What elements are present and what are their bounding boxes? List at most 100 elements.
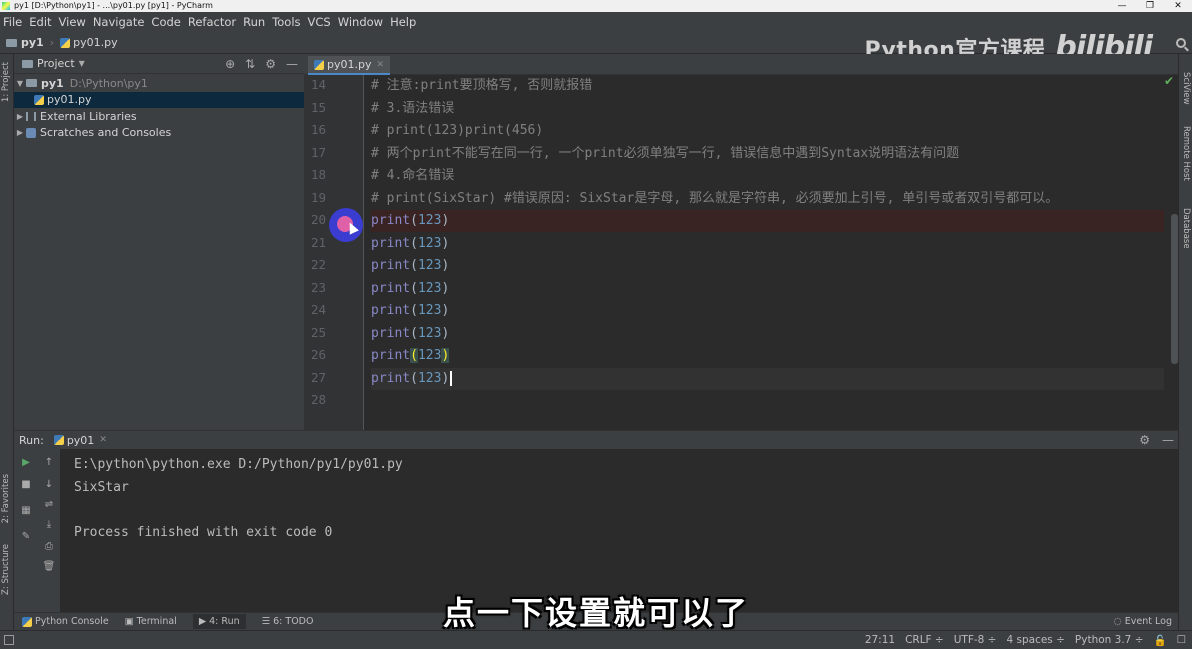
minimize-button[interactable]: — [1108,0,1136,12]
collapsed-arrow-icon[interactable]: ▶ [14,112,26,121]
expanded-arrow-icon[interactable]: ▼ [14,79,26,88]
project-tool-tab[interactable]: 1: Project [1,62,11,102]
layout-icon[interactable]: ▦ [19,505,33,516]
code-paren: ) [441,370,450,386]
run-tab-py01[interactable]: py01 ✕ [53,434,107,447]
python-interpreter[interactable]: Python 3.7 ÷ [1075,634,1144,647]
code-number: 123 [417,280,442,296]
caret-position[interactable]: 27:11 [865,634,895,647]
collapsed-arrow-icon[interactable]: ▶ [14,128,26,137]
lock-icon[interactable]: 🔓 [1154,634,1167,647]
gear-icon[interactable]: ⚙ [1139,433,1150,447]
line-number: 19 [310,189,326,205]
code-line[interactable]: print(123) [371,255,1164,277]
collapse-all-icon[interactable]: ⇅ [245,57,255,71]
breadcrumb-file[interactable]: py01.py [60,36,118,49]
hide-panel-icon[interactable]: — [286,57,298,71]
code-paren: ) [441,303,450,318]
code-line-breakpoint[interactable]: print(123) [371,210,1164,232]
code-line[interactable]: print(123) [371,278,1164,300]
tree-item-py01[interactable]: py01.py [14,91,304,108]
tree-item-external-libraries[interactable]: ▶ External Libraries [14,108,304,125]
python-file-icon [34,94,44,105]
hide-panel-icon[interactable]: — [1162,433,1174,447]
code-paren: ( [410,280,418,296]
maximize-button[interactable]: ❐ [1136,0,1164,12]
close-tab-icon[interactable]: ✕ [376,60,384,70]
code-line[interactable]: # 3.语法错误 [371,98,1164,120]
code-number: 123 [417,348,442,363]
console-line: E:\python\python.exe D:/Python/py1/py01.… [74,457,403,472]
trash-icon[interactable]: 🗑 [42,561,56,572]
menu-vcs[interactable]: VCS [308,15,331,29]
code-line[interactable]: print(123) [371,233,1164,255]
notifications-icon[interactable]: ☐ [1177,634,1186,647]
code-line[interactable]: # 注意:print要顶格写, 否则就报错 [371,75,1164,97]
code-line[interactable]: print(123) [371,323,1164,345]
project-panel-title[interactable]: Project [37,57,75,70]
menu-run[interactable]: Run [243,15,265,29]
menu-code[interactable]: Code [151,15,180,29]
code-line[interactable]: # 两个print不能写在同一行, 一个print必须单独写一行, 错误信息中遇… [371,143,1164,165]
scroll-to-end-icon[interactable]: ⤓ [42,519,56,530]
right-tool-strip: SciView Remote Host Database [1178,54,1192,630]
up-arrow-icon[interactable]: ↑ [42,457,56,468]
code-function: print [371,280,411,296]
line-number-gutter[interactable]: 14 15 16 17 18 19 20 21 22 23 24 25 26 2… [304,75,364,430]
menu-file[interactable]: File [3,15,22,29]
print-icon[interactable]: ⎙ [42,541,56,552]
menu-edit[interactable]: Edit [29,15,51,29]
close-tab-icon[interactable]: ✕ [99,435,107,445]
pin-icon[interactable]: ✎ [19,531,33,542]
inspection-ok-icon[interactable]: ✔ [1164,74,1174,88]
remote-host-tool-tab[interactable]: Remote Host [1181,126,1191,181]
gear-icon[interactable]: ⚙ [265,57,276,71]
line-number: 16 [310,122,326,137]
file-encoding[interactable]: UTF-8 ÷ [954,634,997,647]
code-number: 123 [417,325,442,341]
line-number: 26 [310,347,326,362]
line-separator[interactable]: CRLF ÷ [905,634,944,647]
close-window-button[interactable]: ✕ [1164,0,1192,12]
editor-scrollbar[interactable] [1171,214,1178,364]
rerun-icon[interactable]: ▶ [19,457,33,468]
soft-wrap-icon[interactable]: ⇌ [42,499,56,510]
video-subtitle: 点一下设置就可以了 [442,594,749,632]
code-line-current[interactable]: print(123) [371,367,1164,390]
code-function: print [371,213,411,228]
menu-help[interactable]: Help [390,15,416,29]
code-line[interactable]: print(123) [371,345,1164,367]
menu-tools[interactable]: Tools [272,15,300,29]
line-number: 24 [310,302,326,317]
code-line[interactable]: # print(SixStar) #错误原因: SixStar是字母, 那么就是… [371,188,1164,210]
breadcrumb-project-label: py1 [21,36,44,49]
menu-view[interactable]: View [59,15,86,29]
code-line[interactable]: # 4.命名错误 [371,165,1164,187]
sciview-tool-tab[interactable]: SciView [1181,72,1191,105]
menu-navigate[interactable]: Navigate [93,15,145,29]
code-paren: ( [410,303,418,318]
folder-icon [6,38,17,47]
down-arrow-icon[interactable]: ↓ [42,479,56,490]
console-output[interactable]: E:\python\python.exe D:/Python/py1/py01.… [74,454,403,544]
tool-windows-toggle-icon[interactable] [4,635,14,645]
favorites-tool-tab[interactable]: 2: Favorites [1,474,11,523]
search-icon[interactable] [1176,38,1186,48]
code-line[interactable]: # print(123)print(456) [371,120,1164,142]
indent-setting[interactable]: 4 spaces ÷ [1006,634,1064,647]
run-panel-header: Run: py01 ✕ ⚙ — [14,431,1178,449]
breadcrumb-project[interactable]: py1 [6,36,44,49]
line-number: 25 [310,324,326,340]
locate-file-icon[interactable]: ⊕ [225,57,235,71]
tree-item-label: External Libraries [40,109,137,123]
stop-icon[interactable]: ■ [19,479,33,490]
tree-item-scratches[interactable]: ▶ Scratches and Consoles [14,125,304,142]
database-tool-tab[interactable]: Database [1181,208,1191,249]
menu-refactor[interactable]: Refactor [188,15,236,29]
menu-window[interactable]: Window [338,15,383,29]
code-line[interactable]: print(123) [371,300,1164,322]
tree-item-project-root[interactable]: ▼ py1 D:\Python\py1 [14,75,304,92]
chevron-down-icon[interactable]: ▼ [79,59,85,68]
editor-tab-py01[interactable]: py01.py ✕ [308,56,391,75]
code-editor: py01.py ✕ 14 15 16 17 18 19 20 21 22 23 … [304,54,1178,430]
